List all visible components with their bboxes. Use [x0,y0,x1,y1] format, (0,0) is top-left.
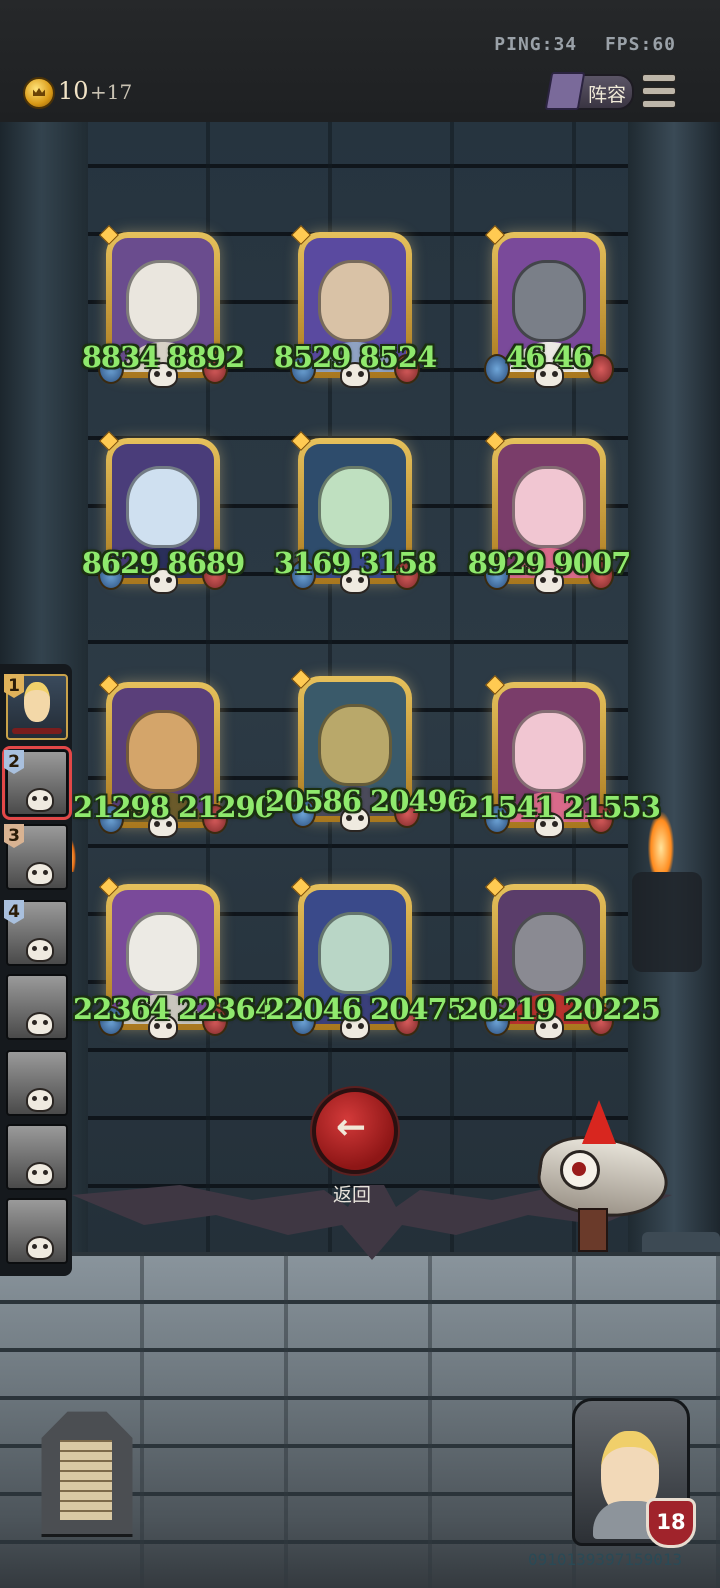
hero-hp-readout: 22046 20475 [265,992,467,1026]
roster-slot[interactable]: 3 [4,824,68,890]
crown-coin-icon [23,77,55,109]
hp-right-value: 8892 [167,340,246,374]
rank-badge: 3 [4,824,24,848]
hero-hp-readout: 21541 21553 [459,790,661,824]
hp-right-value: 21553 [564,790,661,824]
hp-right-value: 9007 [553,546,632,580]
roster-slot[interactable]: 2 [2,746,72,820]
skull-icon [26,938,54,962]
hp-left-value: 22364 [73,992,170,1026]
hero-hp-readout: 3169 3158 [265,546,445,580]
hero-hp-readout: 8629 8689 [73,546,253,580]
skull-icon [26,1012,54,1036]
skull-icon [26,862,54,886]
hamburger-icon [642,74,676,82]
hp-left-value: 46 [506,340,545,374]
hero-hp-readout: 22364 22364 [73,992,275,1026]
book-icon [544,72,586,110]
coin-bonus: +17 [90,80,133,104]
menu-button[interactable] [642,74,676,108]
player-uid: 0910139397159013 [528,1550,683,1569]
hp-right-value: 21290 [178,790,275,824]
coin-count: 10 [58,77,89,105]
skull-icon [26,1236,54,1260]
back-button[interactable]: ← [312,1088,398,1174]
hp-right-value: 20475 [370,992,467,1026]
fps-readout: FPS:60 [604,34,676,55]
roster-slot[interactable]: 1 [4,674,68,740]
roster-slot[interactable] [6,1124,68,1190]
arrow-left-icon: ← [336,1107,367,1148]
rank-badge: 2 [4,750,24,774]
hp-left-value: 20586 [265,784,362,818]
hp-right-value: 20225 [564,992,661,1026]
rocket-mascot[interactable] [520,1100,673,1252]
network-stats: PING:34 FPS:60 [478,34,676,55]
hp-right-value: 22364 [178,992,275,1026]
hp-left-value: 8929 [467,546,546,580]
hp-left-value: 3169 [273,546,352,580]
hero-hp-readout: 20586 20496 [265,784,467,818]
skull-icon [26,1162,54,1186]
hp-left-value: 21541 [459,790,556,824]
hp-left-value: 8834 [81,340,160,374]
hero-hp-readout: 8529 8524 [265,340,445,374]
roster-slot[interactable] [6,1198,68,1264]
hero-hp-readout: 8834 8892 [73,340,253,374]
lineup-label: 阵容 [588,84,627,106]
hp-right-value: 3158 [359,546,438,580]
hp-right-value: 8524 [359,340,438,374]
rank-badge: 4 [4,900,24,924]
hero-hp-readout: 8929 9007 [459,546,639,580]
player-level-badge: 18 [646,1498,696,1548]
hp-right-value: 46 [553,340,593,374]
hero-hp-readout: 46 46 [459,340,639,374]
hp-left-value: 8529 [273,340,352,374]
roster-slot[interactable] [6,1050,68,1116]
eye-icon [560,1150,600,1190]
hero-hp-readout: 20219 20225 [459,992,661,1026]
roster-slot[interactable] [6,974,68,1040]
hp-right-value: 20496 [370,784,467,818]
hero-hp-readout: 21298 21290 [73,790,275,824]
skull-icon [26,1088,54,1112]
torch-holder [632,872,702,972]
right-pillar [628,122,720,1262]
back-label: 返回 [332,1184,371,1206]
hp-left-value: 22046 [265,992,362,1026]
rank-badge: 1 [4,674,24,698]
game-screen: PING:34 FPS:60 10 +17 阵容 8834 8892 8529 8… [0,0,720,1588]
roster-slot[interactable]: 4 [4,900,68,966]
skull-icon [26,788,54,812]
hp-bar [12,728,62,734]
ping-readout: PING:34 [494,34,578,55]
hp-left-value: 8629 [81,546,160,580]
hp-left-value: 21298 [73,790,170,824]
roster-sidebar: 1 2 3 4 [0,664,72,1276]
hp-right-value: 8689 [167,546,246,580]
top-bar: PING:34 FPS:60 10 +17 阵容 [0,0,720,125]
hp-left-value: 20219 [459,992,556,1026]
lineup-button[interactable]: 阵容 [544,72,634,110]
